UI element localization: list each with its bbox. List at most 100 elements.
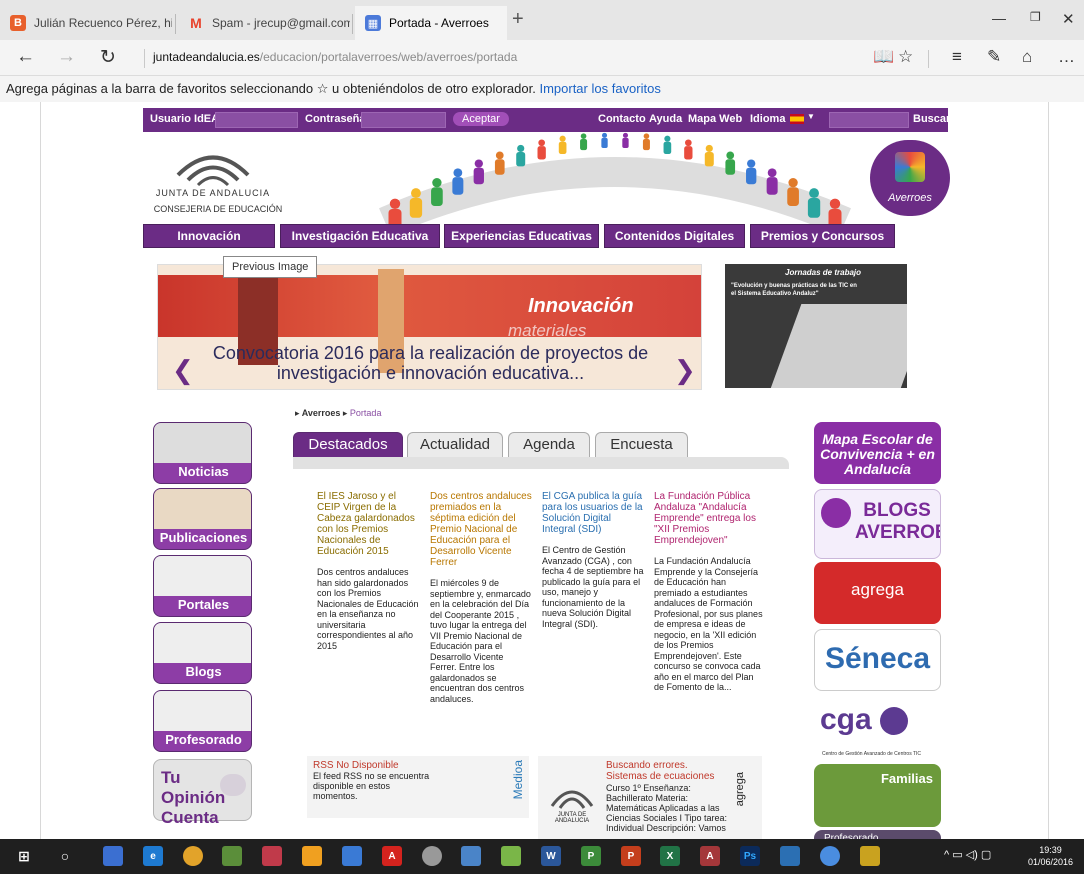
system-tray[interactable]: ^ ▭ ◁) ▢ xyxy=(944,848,991,861)
tab-gmail[interactable]: M Spam - jrecup@gmail.com - xyxy=(178,6,350,40)
seneca-button[interactable]: Séneca xyxy=(814,629,941,691)
search-button[interactable]: Buscar xyxy=(913,113,950,125)
help-link[interactable]: Ayuda xyxy=(649,113,682,125)
portales-label: Portales xyxy=(177,597,230,612)
cga-label: cga xyxy=(820,703,872,736)
app-icon[interactable] xyxy=(820,846,840,866)
mediateca-label[interactable]: Medioa xyxy=(511,760,525,799)
sitemap-link[interactable]: Mapa Web xyxy=(688,113,742,125)
profesorado-button[interactable]: Profesorado xyxy=(153,690,252,752)
app-icon[interactable] xyxy=(461,846,481,866)
tab-destacados[interactable]: Destacados xyxy=(293,432,403,458)
url-domain: juntadeandalucia.es xyxy=(153,50,260,64)
breadcrumb-root[interactable]: Averroes xyxy=(302,408,341,418)
contact-link[interactable]: Contacto xyxy=(598,113,646,125)
cga-sub: Centro de Gestión Avanzado de Centros TI… xyxy=(822,751,922,757)
publisher-icon[interactable]: P xyxy=(581,846,601,866)
user-input[interactable] xyxy=(215,112,298,128)
nav-investigacion[interactable]: Investigación Educativa xyxy=(280,224,440,248)
new-tab-button[interactable]: + xyxy=(512,8,524,31)
clock[interactable]: 19:39 01/06/2016 xyxy=(1028,844,1073,868)
slider-next-icon[interactable]: ❯ xyxy=(674,355,696,386)
agrega-button[interactable]: agrega xyxy=(814,562,941,624)
tab-averroes[interactable]: ▦ Portada - Averroes × xyxy=(355,6,507,40)
person-figure xyxy=(747,159,756,168)
import-favorites-link[interactable]: Importar los favoritos xyxy=(539,81,660,96)
profesorado-right-button[interactable]: Profesorado xyxy=(814,830,941,839)
app-icon[interactable] xyxy=(262,846,282,866)
excel-icon[interactable]: X xyxy=(660,846,680,866)
agrega-side-label[interactable]: agrega xyxy=(734,772,746,806)
chrome-icon[interactable] xyxy=(183,846,203,866)
search-input[interactable] xyxy=(829,112,909,128)
news-title[interactable]: El IES Jaroso y el CEIP Virgen de la Cab… xyxy=(317,491,419,557)
hub-icon[interactable]: ≡ xyxy=(952,47,962,67)
search-icon[interactable]: ○ xyxy=(55,846,75,866)
access-icon[interactable]: A xyxy=(700,846,720,866)
clock-time: 19:39 xyxy=(1039,845,1062,855)
portales-button[interactable]: Portales xyxy=(153,555,252,617)
news-title[interactable]: La Fundación Pública Andaluza "Andalucía… xyxy=(654,491,764,546)
nav-experiencias[interactable]: Experiencias Educativas xyxy=(444,224,599,248)
windows-start-icon[interactable]: ⊞ xyxy=(14,846,34,866)
more-icon[interactable]: … xyxy=(1058,47,1075,67)
share-icon[interactable]: ⌂ xyxy=(1022,47,1032,67)
app-icon[interactable] xyxy=(222,846,242,866)
slider-caption[interactable]: Convocatoria 2016 para la realización de… xyxy=(178,343,683,383)
favorite-star-icon[interactable]: ☆ xyxy=(898,47,913,67)
tab-actualidad[interactable]: Actualidad xyxy=(407,432,503,458)
url-field[interactable]: juntadeandalucia.es/educacion/portalaver… xyxy=(153,50,517,64)
word-icon[interactable]: W xyxy=(541,846,561,866)
agrega-title[interactable]: Buscando errores. Sistemas de ecuaciones xyxy=(606,760,716,782)
averroes-logo[interactable]: Averroes xyxy=(870,140,950,216)
slider-prev-icon[interactable]: ❮ xyxy=(172,355,194,386)
app-icon[interactable] xyxy=(501,846,521,866)
mapa-convivencia-button[interactable]: Mapa Escolar de Convivencia + en Andaluc… xyxy=(814,422,941,484)
person-figure xyxy=(474,159,483,168)
cga-button[interactable]: cga Centro de Gestión Avanzado de Centro… xyxy=(814,697,941,759)
opinion-button[interactable]: Tu Opinión Cuenta xyxy=(153,759,252,827)
favorites-bar-prompt: Agrega páginas a la barra de favoritos s… xyxy=(0,76,1084,102)
nav-innovacion[interactable]: Innovación xyxy=(143,224,275,248)
minimize-icon[interactable]: — xyxy=(992,10,1006,26)
app-icon[interactable] xyxy=(342,846,362,866)
spain-flag-icon[interactable] xyxy=(790,114,804,124)
averroes-favicon: ▦ xyxy=(365,15,381,31)
nav-premios[interactable]: Premios y Concursos xyxy=(750,224,895,248)
restore-icon[interactable]: ❐ xyxy=(1030,10,1041,24)
tab-julian[interactable]: B Julián Recuenco Pérez, histc xyxy=(0,6,172,40)
edge-icon[interactable]: e xyxy=(143,846,163,866)
back-arrow-icon[interactable]: ← xyxy=(16,46,35,68)
person-figure xyxy=(788,178,798,188)
noticias-button[interactable]: Noticias xyxy=(153,422,252,484)
tab-encuesta[interactable]: Encuesta xyxy=(595,432,688,458)
news-title[interactable]: El CGA publica la guía para los usuarios… xyxy=(542,491,644,535)
forward-arrow-icon[interactable]: → xyxy=(57,46,76,68)
image-slider[interactable]: Innovación materiales Convocatoria 2016 … xyxy=(157,264,702,390)
web-note-icon[interactable]: ✎ xyxy=(987,47,1001,67)
familias-button[interactable]: Familias xyxy=(814,764,941,827)
accept-button[interactable]: Aceptar xyxy=(453,112,509,126)
nav-contenidos[interactable]: Contenidos Digitales xyxy=(604,224,745,248)
refresh-icon[interactable]: ↻ xyxy=(100,46,116,69)
password-input[interactable] xyxy=(361,112,446,128)
chevron-down-icon[interactable]: ▼ xyxy=(807,112,815,121)
close-window-icon[interactable]: ✕ xyxy=(1062,10,1075,28)
app-icon[interactable] xyxy=(302,846,322,866)
jornadas-banner[interactable]: Jornadas de trabajo "Evolución y buenas … xyxy=(725,264,907,388)
web-page: Usuario IdEA Contraseña Aceptar Contacto… xyxy=(0,102,1084,839)
photoshop-icon[interactable]: Ps xyxy=(740,846,760,866)
news-title[interactable]: Dos centros andaluces premiados en la sé… xyxy=(430,491,532,568)
powerpoint-icon[interactable]: P xyxy=(621,846,641,866)
file-explorer-icon[interactable] xyxy=(103,846,123,866)
tab-agenda[interactable]: Agenda xyxy=(508,432,590,458)
blogs-button[interactable]: Blogs xyxy=(153,622,252,684)
publicaciones-button[interactable]: Publicaciones xyxy=(153,488,252,550)
junta-logo[interactable]: JUNTA DE ANDALUCIA CONSEJERIA DE EDUCACI… xyxy=(143,138,303,218)
acrobat-icon[interactable]: A xyxy=(382,846,402,866)
blogs-averroes-button[interactable]: BLOGS AVERROES xyxy=(814,489,941,559)
reading-view-icon[interactable]: 📖 xyxy=(873,47,894,67)
app-icon[interactable] xyxy=(860,846,880,866)
app-icon[interactable] xyxy=(422,846,442,866)
app-icon[interactable] xyxy=(780,846,800,866)
